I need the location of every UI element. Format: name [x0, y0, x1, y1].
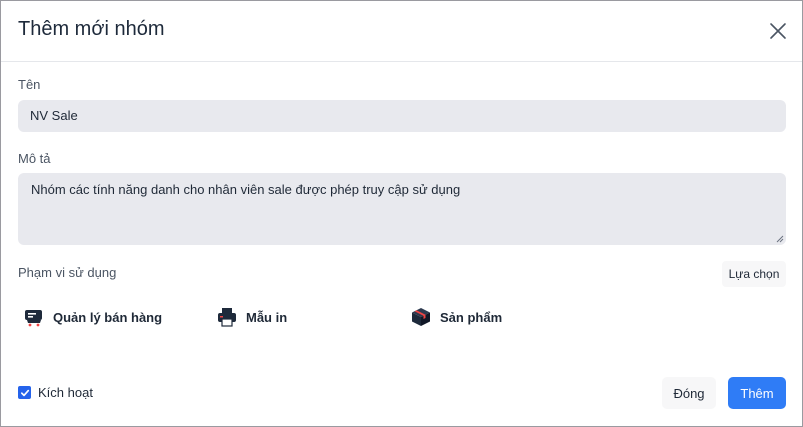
active-checkbox-label: Kích hoạt: [38, 385, 93, 400]
check-icon: [20, 389, 29, 396]
choose-scope-button[interactable]: Lựa chọn: [722, 261, 786, 287]
dialog-title: Thêm mới nhóm: [18, 18, 165, 40]
active-checkbox[interactable]: [18, 386, 31, 399]
printer-icon: [218, 308, 236, 327]
add-button[interactable]: Thêm: [728, 377, 786, 409]
scope-item-print-templates: Mẫu in: [217, 305, 287, 329]
register-icon: [25, 310, 42, 327]
description-label: Mô tả: [18, 151, 51, 166]
name-label: Tên: [18, 77, 41, 92]
scope-item-label: Quản lý bán hàng: [53, 309, 163, 325]
box-icon: [412, 308, 430, 326]
name-field[interactable]: NV Sale: [18, 100, 786, 132]
add-group-dialog: Thêm mới nhóm Tên NV Sale Mô tả Nhóm các…: [0, 0, 803, 427]
scope-label: Phạm vi sử dụng: [18, 265, 117, 280]
close-button[interactable]: Đóng: [662, 377, 716, 409]
description-field[interactable]: Nhóm các tính năng danh cho nhân viên sa…: [18, 173, 786, 245]
scope-item-label: Sản phẩm: [440, 309, 503, 325]
description-text: Nhóm các tính năng danh cho nhân viên sa…: [31, 182, 461, 197]
scope-item-sales: Quản lý bán hàng: [24, 305, 162, 329]
scope-item-label: Mẫu in: [246, 309, 288, 325]
close-icon[interactable]: [768, 21, 788, 41]
scope-item-products: Sản phẩm: [411, 305, 502, 329]
resize-handle-icon[interactable]: [776, 235, 784, 243]
dialog-header: Thêm mới nhóm: [1, 1, 802, 62]
active-checkbox-row[interactable]: Kích hoạt: [18, 385, 93, 400]
